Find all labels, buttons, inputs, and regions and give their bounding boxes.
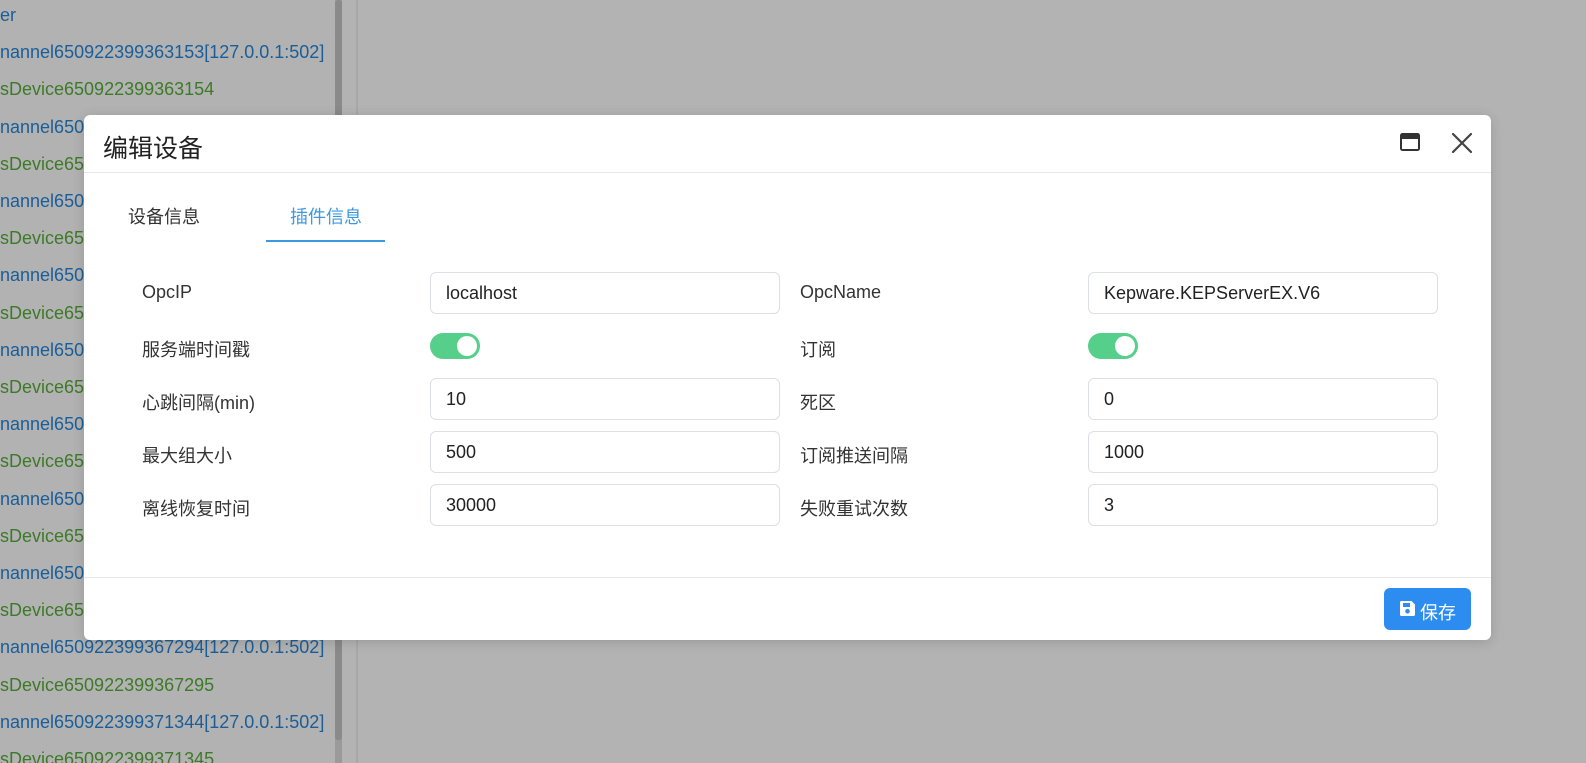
dialog-footer-divider [84,577,1491,578]
publish-interval-label: 订阅推送间隔 [800,446,908,466]
deadband-input[interactable] [1089,379,1437,419]
opc-name-label: OpcName [800,282,882,302]
publish-interval-field [1088,431,1438,473]
tree-item-device[interactable]: sDevice650 [0,449,94,473]
tree-item-device[interactable]: sDevice650922399367295 [0,673,214,697]
opc-name-field [1088,272,1438,314]
offline-recovery-label: 离线恢复时间 [142,499,250,519]
heartbeat-input[interactable] [431,379,779,419]
save-icon [1400,601,1415,616]
switch-knob [1115,336,1135,356]
save-button[interactable]: 保存 [1384,588,1471,630]
tree-item-device[interactable]: sDevice650 [0,152,94,176]
tree-item-device[interactable]: sDevice650 [0,598,94,622]
tree-item-device[interactable]: sDevice650 [0,524,94,548]
deadband-label: 死区 [800,393,836,413]
dialog-header: 编辑设备 [84,115,1491,173]
tree-item-channel[interactable]: nannel6509 [0,189,94,213]
opc-ip-input[interactable] [431,273,779,313]
switch-knob [457,336,477,356]
publish-interval-input[interactable] [1089,432,1437,472]
opc-ip-label: OpcIP [142,282,193,302]
heartbeat-field [430,378,780,420]
edit-device-dialog: 编辑设备 设备信息 插件信息 OpcIP OpcName 服务端时间戳 订阅 [84,115,1491,640]
opc-name-input[interactable] [1089,273,1437,313]
heartbeat-label: 心跳间隔(min) [142,393,255,413]
tree-item-channel[interactable]: nannel6509 [0,412,94,436]
offline-recovery-input[interactable] [431,485,779,525]
opc-ip-field [430,272,780,314]
tree-item-channel[interactable]: nannel6509 [0,561,94,585]
save-button-label: 保存 [1420,603,1456,623]
tree-item-channel[interactable]: nannel6509 [0,338,94,362]
retry-count-field [1088,484,1438,526]
active-tab-indicator [266,240,385,242]
tree-item-device[interactable]: sDevice650 [0,375,94,399]
close-icon[interactable] [1451,132,1473,154]
max-group-field [430,431,780,473]
tree-item-channel[interactable]: nannel6509 [0,487,94,511]
tree-item-channel[interactable]: nannel650922399363153[127.0.0.1:502] [0,40,324,64]
tree-item-channel[interactable]: nannel6509 [0,115,94,139]
tree-item-channel[interactable]: nannel650922399371344[127.0.0.1:502] [0,710,324,734]
subscribe-label: 订阅 [800,340,836,360]
dialog-title: 编辑设备 [103,135,204,163]
tree-item-device[interactable]: sDevice650 [0,301,94,325]
offline-recovery-field [430,484,780,526]
maximize-icon[interactable] [1400,133,1420,151]
subscribe-switch[interactable] [1088,333,1138,359]
tree-item-device[interactable]: sDevice650922399363154 [0,77,214,101]
tab-plugin-info[interactable]: 插件信息 [290,203,362,229]
deadband-field [1088,378,1438,420]
tree-item-channel[interactable]: nannel6509 [0,263,94,287]
retry-count-input[interactable] [1089,485,1437,525]
tree-item-device[interactable]: sDevice650 [0,226,94,250]
retry-count-label: 失败重试次数 [800,499,908,519]
server-timestamp-switch[interactable] [430,333,480,359]
tree-item-channel[interactable]: er [0,3,16,27]
tab-device-info[interactable]: 设备信息 [128,203,200,229]
max-group-input[interactable] [431,432,779,472]
tree-item-device[interactable]: sDevice650922399371345 [0,747,214,763]
server-timestamp-label: 服务端时间戳 [142,340,250,360]
max-group-label: 最大组大小 [142,446,232,466]
